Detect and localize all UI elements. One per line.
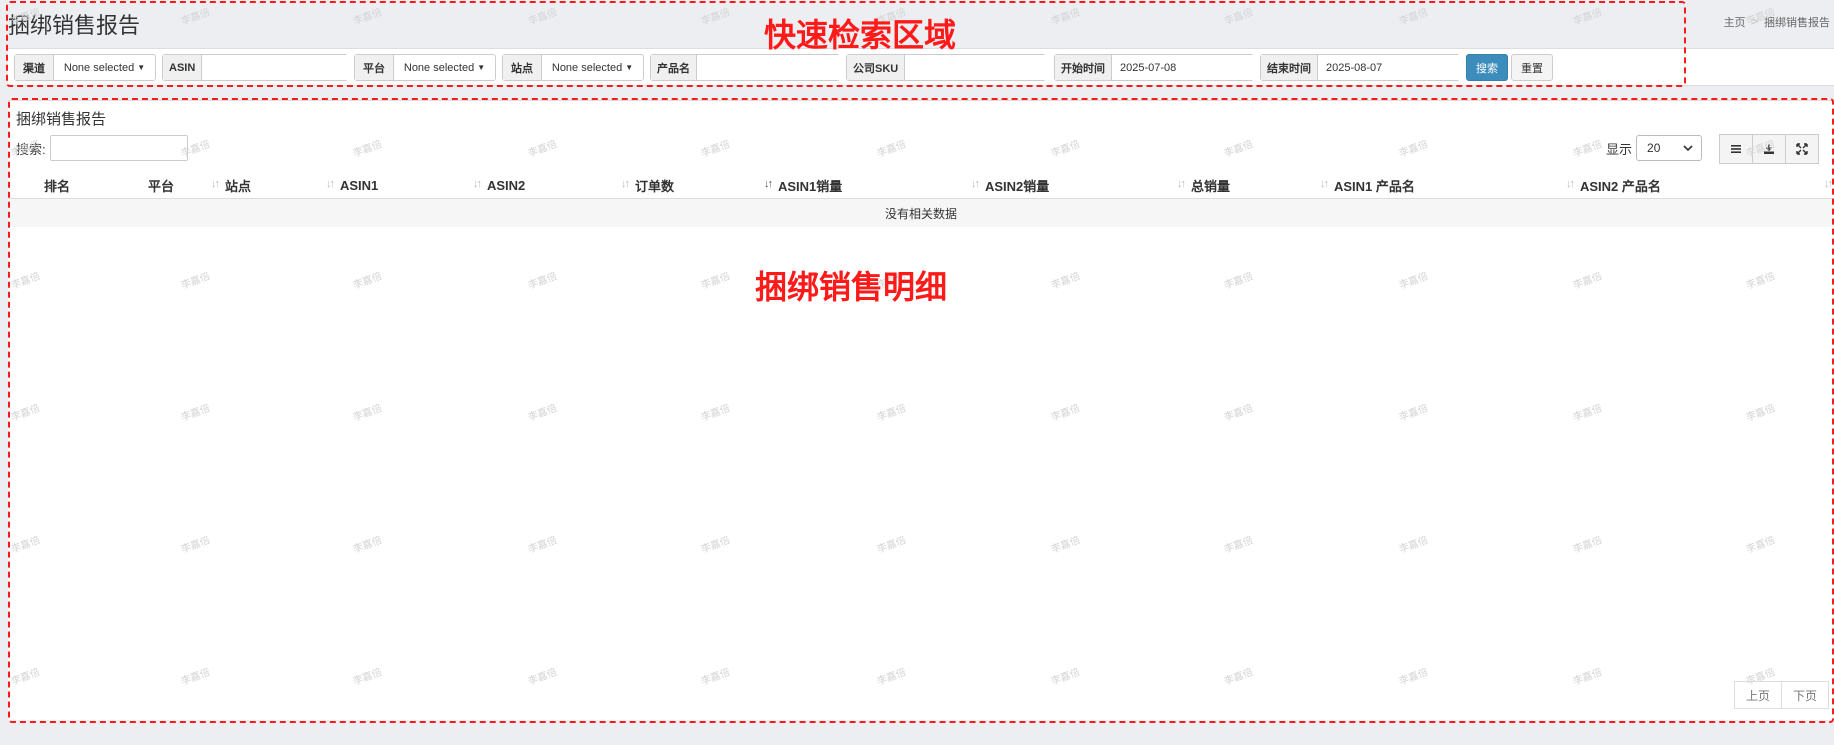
quick-search-annotation-label: 快速检索区域 xyxy=(764,16,957,54)
breadcrumb: 主页 > 捆绑销售报告 xyxy=(1724,14,1830,30)
breadcrumb-separator: > xyxy=(1751,16,1758,28)
detail-annotation-label: 捆绑销售明细 xyxy=(755,268,948,306)
detail-annotation-box xyxy=(8,98,1834,723)
breadcrumb-current: 捆绑销售报告 xyxy=(1764,17,1830,29)
breadcrumb-home-link[interactable]: 主页 xyxy=(1724,14,1746,30)
